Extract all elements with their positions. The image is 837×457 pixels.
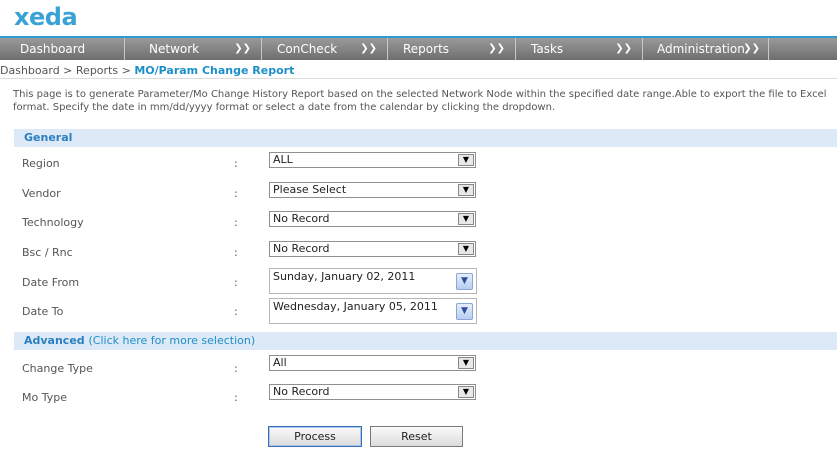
- breadcrumb-divider: [0, 78, 837, 79]
- section-general-title: General: [24, 131, 73, 144]
- bsc-rnc-select[interactable]: No Record ▼: [269, 241, 476, 257]
- nav-tasks-label: Tasks: [531, 42, 564, 56]
- bsc-rnc-label: Bsc / Rnc: [22, 246, 73, 259]
- date-from-label: Date From: [22, 276, 80, 289]
- change-type-colon: :: [234, 362, 238, 375]
- nav-administration-label: Administration: [657, 42, 745, 56]
- date-to-label: Date To: [22, 305, 64, 318]
- region-select[interactable]: ALL ▼: [269, 152, 476, 168]
- section-advanced-title: Advanced: [24, 334, 85, 347]
- chevron-double-down-icon: ❯❯: [615, 43, 632, 54]
- breadcrumb: Dashboard > Reports > MO/Param Change Re…: [0, 64, 294, 77]
- reset-button[interactable]: Reset: [370, 426, 463, 447]
- nav-concheck[interactable]: ConCheck ❯❯: [262, 38, 388, 60]
- nav-network-label: Network: [149, 42, 200, 56]
- vendor-select[interactable]: Please Select ▼: [269, 182, 476, 198]
- mo-type-colon: :: [234, 391, 238, 404]
- advanced-more-selection-link[interactable]: (Click here for more selection): [89, 334, 256, 347]
- vendor-select-value: Please Select: [273, 183, 347, 196]
- chevron-double-down-icon: ❯❯: [234, 43, 251, 54]
- calendar-dropdown-icon[interactable]: ▼: [456, 303, 473, 320]
- dropdown-arrow-icon[interactable]: ▼: [458, 184, 474, 196]
- nav-administration[interactable]: Administration ❯❯: [643, 38, 769, 60]
- date-to-value: Wednesday, January 05, 2011: [273, 300, 438, 313]
- page-description: This page is to generate Parameter/Mo Ch…: [13, 89, 827, 113]
- vendor-colon: :: [234, 187, 238, 200]
- nav-reports[interactable]: Reports ❯❯: [388, 38, 516, 60]
- main-nav: Dashboard Network ❯❯ ConCheck ❯❯ Reports…: [0, 36, 837, 60]
- process-button[interactable]: Process: [268, 426, 362, 447]
- technology-select[interactable]: No Record ▼: [269, 211, 476, 227]
- dropdown-arrow-icon[interactable]: ▼: [458, 243, 474, 255]
- breadcrumb-current: MO/Param Change Report: [134, 64, 295, 77]
- date-from-colon: :: [234, 276, 238, 289]
- change-type-select[interactable]: All ▼: [269, 355, 476, 371]
- chevron-double-down-icon: ❯❯: [743, 43, 760, 54]
- breadcrumb-reports[interactable]: Reports: [76, 64, 118, 77]
- date-from-value: Sunday, January 02, 2011: [273, 270, 416, 283]
- date-to-colon: :: [234, 305, 238, 318]
- mo-type-label: Mo Type: [22, 391, 67, 404]
- calendar-dropdown-icon[interactable]: ▼: [456, 273, 473, 290]
- chevron-double-down-icon: ❯❯: [488, 43, 505, 54]
- nav-dashboard-label: Dashboard: [20, 42, 86, 56]
- change-type-label: Change Type: [22, 362, 93, 375]
- mo-type-select[interactable]: No Record ▼: [269, 384, 476, 400]
- bsc-rnc-select-value: No Record: [273, 242, 330, 255]
- region-select-value: ALL: [273, 153, 293, 166]
- dropdown-arrow-icon[interactable]: ▼: [458, 357, 474, 369]
- technology-select-value: No Record: [273, 212, 330, 225]
- nav-tasks[interactable]: Tasks ❯❯: [516, 38, 643, 60]
- vendor-label: Vendor: [22, 187, 61, 200]
- xeda-logo[interactable]: xeda: [14, 3, 78, 31]
- bsc-rnc-colon: :: [234, 246, 238, 259]
- region-label: Region: [22, 157, 60, 170]
- date-to-picker[interactable]: Wednesday, January 05, 2011 ▼: [269, 298, 477, 324]
- section-general-header: General: [14, 129, 837, 147]
- dropdown-arrow-icon[interactable]: ▼: [458, 154, 474, 166]
- breadcrumb-dashboard[interactable]: Dashboard: [0, 64, 60, 77]
- technology-colon: :: [234, 216, 238, 229]
- nav-network[interactable]: Network ❯❯: [125, 38, 262, 60]
- mo-type-select-value: No Record: [273, 385, 330, 398]
- chevron-double-down-icon: ❯❯: [360, 43, 377, 54]
- technology-label: Technology: [22, 216, 84, 229]
- change-type-select-value: All: [273, 356, 287, 369]
- nav-filler: [769, 38, 837, 60]
- nav-reports-label: Reports: [403, 42, 450, 56]
- breadcrumb-separator: >: [118, 64, 135, 77]
- date-from-picker[interactable]: Sunday, January 02, 2011 ▼: [269, 268, 477, 294]
- section-advanced-header: Advanced (Click here for more selection): [14, 332, 837, 350]
- dropdown-arrow-icon[interactable]: ▼: [458, 386, 474, 398]
- breadcrumb-separator: >: [59, 64, 76, 77]
- region-colon: :: [234, 157, 238, 170]
- nav-concheck-label: ConCheck: [277, 42, 338, 56]
- nav-dashboard[interactable]: Dashboard: [0, 38, 125, 60]
- app-header: xeda: [0, 0, 837, 34]
- dropdown-arrow-icon[interactable]: ▼: [458, 213, 474, 225]
